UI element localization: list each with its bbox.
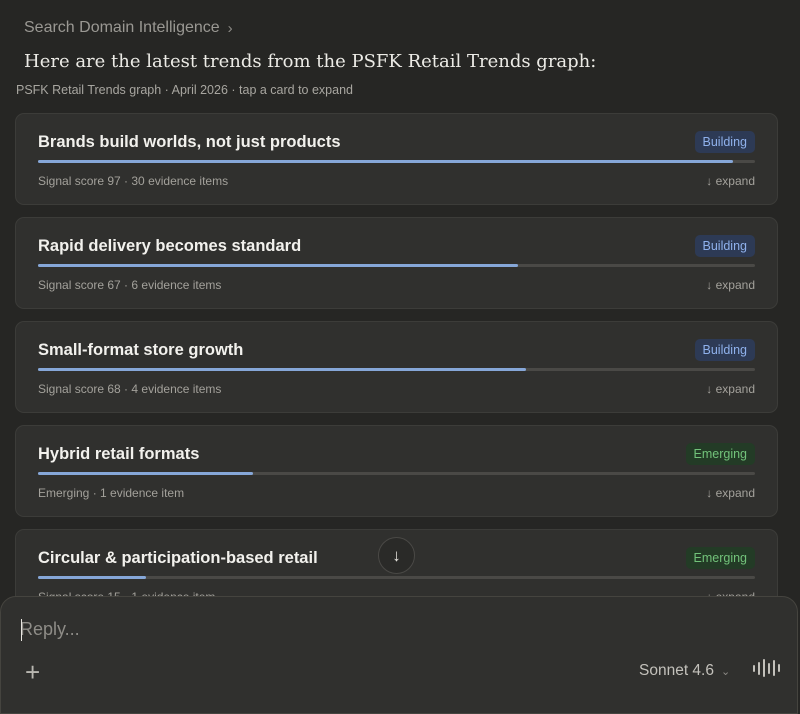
trend-title: Rapid delivery becomes standard — [38, 237, 302, 255]
signal-progress-fill — [38, 264, 519, 267]
trend-card[interactable]: Brands build worlds, not just products B… — [15, 113, 778, 205]
chevron-right-icon: › — [227, 19, 233, 37]
status-badge: Building — [694, 131, 755, 153]
trend-meta: Signal score 97 · 30 evidence items — [38, 174, 229, 188]
arrow-down-icon: ↓ — [392, 545, 401, 565]
reply-input[interactable] — [20, 619, 620, 640]
model-label: Sonnet 4.6 — [639, 662, 714, 679]
signal-progress-track — [38, 472, 755, 475]
expand-toggle[interactable]: ↓ expand — [706, 382, 755, 396]
signal-progress-fill — [38, 576, 146, 579]
signal-progress-fill — [38, 368, 526, 371]
expand-toggle[interactable]: ↓ expand — [706, 486, 755, 500]
text-caret — [21, 619, 22, 641]
status-badge: Building — [694, 235, 755, 257]
waveform-icon[interactable] — [753, 659, 780, 677]
breadcrumb-label: Search Domain Intelligence — [24, 19, 220, 36]
trend-meta: Signal score 67 · 6 evidence items — [38, 278, 222, 292]
trend-meta: Emerging · 1 evidence item — [38, 486, 185, 500]
signal-progress-track — [38, 576, 755, 579]
signal-progress-track — [38, 264, 755, 267]
trend-title: Hybrid retail formats — [38, 445, 200, 463]
model-selector[interactable]: Sonnet 4.6 ⌄ — [639, 662, 730, 680]
trend-title: Small-format store growth — [38, 341, 244, 359]
widget-subhead: PSFK Retail Trends graph · April 2026 · … — [16, 83, 353, 97]
chevron-down-icon: ⌄ — [720, 665, 731, 678]
scroll-to-bottom-button[interactable]: ↓ — [378, 537, 415, 574]
trend-title: Circular & participation-based retail — [38, 549, 318, 567]
signal-progress-track — [38, 368, 755, 371]
signal-progress-track — [38, 160, 755, 163]
response-intro: Here are the latest trends from the PSFK… — [24, 51, 597, 72]
trend-title: Brands build worlds, not just products — [38, 133, 341, 151]
trend-card[interactable]: Hybrid retail formats Emerging Emerging … — [15, 425, 778, 517]
status-badge: Emerging — [685, 443, 755, 465]
status-badge: Building — [694, 339, 755, 361]
signal-progress-fill — [38, 160, 734, 163]
expand-toggle[interactable]: ↓ expand — [706, 174, 755, 188]
trend-card[interactable]: Rapid delivery becomes standard Building… — [15, 217, 778, 309]
plus-icon[interactable]: + — [25, 659, 40, 685]
signal-progress-fill — [38, 472, 254, 475]
status-badge: Emerging — [685, 547, 755, 569]
expand-toggle[interactable]: ↓ expand — [706, 278, 755, 292]
trend-card[interactable]: Small-format store growth Building Signa… — [15, 321, 778, 413]
reply-composer: + Sonnet 4.6 ⌄ — [0, 596, 798, 714]
trend-meta: Signal score 68 · 4 evidence items — [38, 382, 222, 396]
breadcrumb[interactable]: Search Domain Intelligence › — [24, 19, 233, 37]
